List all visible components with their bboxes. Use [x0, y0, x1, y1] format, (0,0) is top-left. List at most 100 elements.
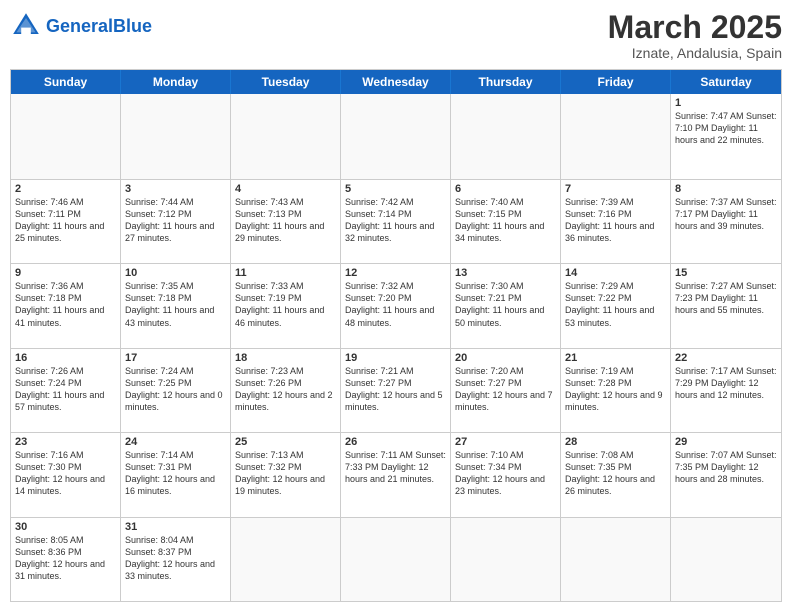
day-cell: 2Sunrise: 7:46 AM Sunset: 7:11 PM Daylig…	[11, 180, 121, 263]
day-number: 25	[235, 436, 336, 448]
calendar-row: 2Sunrise: 7:46 AM Sunset: 7:11 PM Daylig…	[11, 179, 781, 263]
day-number: 16	[15, 352, 116, 364]
day-number: 12	[345, 267, 446, 279]
day-info: Sunrise: 7:14 AM Sunset: 7:31 PM Dayligh…	[125, 449, 226, 498]
day-number: 24	[125, 436, 226, 448]
day-info: Sunrise: 7:24 AM Sunset: 7:25 PM Dayligh…	[125, 365, 226, 414]
day-cell: 8Sunrise: 7:37 AM Sunset: 7:17 PM Daylig…	[671, 180, 781, 263]
day-info: Sunrise: 7:44 AM Sunset: 7:12 PM Dayligh…	[125, 196, 226, 245]
header: GeneralBlue March 2025 Iznate, Andalusia…	[10, 10, 782, 61]
day-number: 13	[455, 267, 556, 279]
day-cell: 6Sunrise: 7:40 AM Sunset: 7:15 PM Daylig…	[451, 180, 561, 263]
day-info: Sunrise: 8:05 AM Sunset: 8:36 PM Dayligh…	[15, 534, 116, 583]
day-cell: 4Sunrise: 7:43 AM Sunset: 7:13 PM Daylig…	[231, 180, 341, 263]
day-cell: 30Sunrise: 8:05 AM Sunset: 8:36 PM Dayli…	[11, 518, 121, 601]
calendar: SundayMondayTuesdayWednesdayThursdayFrid…	[10, 69, 782, 602]
day-cell: 27Sunrise: 7:10 AM Sunset: 7:34 PM Dayli…	[451, 433, 561, 516]
day-headers: SundayMondayTuesdayWednesdayThursdayFrid…	[11, 70, 781, 94]
day-cell: 1Sunrise: 7:47 AM Sunset: 7:10 PM Daylig…	[671, 94, 781, 178]
day-info: Sunrise: 7:39 AM Sunset: 7:16 PM Dayligh…	[565, 196, 666, 245]
day-info: Sunrise: 7:08 AM Sunset: 7:35 PM Dayligh…	[565, 449, 666, 498]
day-number: 2	[15, 183, 116, 195]
day-header-saturday: Saturday	[671, 70, 781, 94]
day-cell: 10Sunrise: 7:35 AM Sunset: 7:18 PM Dayli…	[121, 264, 231, 347]
day-info: Sunrise: 7:10 AM Sunset: 7:34 PM Dayligh…	[455, 449, 556, 498]
day-cell	[561, 518, 671, 601]
day-info: Sunrise: 7:37 AM Sunset: 7:17 PM Dayligh…	[675, 196, 777, 232]
day-number: 15	[675, 267, 777, 279]
day-number: 17	[125, 352, 226, 364]
day-info: Sunrise: 7:35 AM Sunset: 7:18 PM Dayligh…	[125, 280, 226, 329]
day-info: Sunrise: 7:19 AM Sunset: 7:28 PM Dayligh…	[565, 365, 666, 414]
day-cell	[671, 518, 781, 601]
day-header-sunday: Sunday	[11, 70, 121, 94]
day-number: 30	[15, 521, 116, 533]
day-number: 3	[125, 183, 226, 195]
day-info: Sunrise: 7:36 AM Sunset: 7:18 PM Dayligh…	[15, 280, 116, 329]
day-cell: 26Sunrise: 7:11 AM Sunset: 7:33 PM Dayli…	[341, 433, 451, 516]
day-cell: 21Sunrise: 7:19 AM Sunset: 7:28 PM Dayli…	[561, 349, 671, 432]
calendar-body: 1Sunrise: 7:47 AM Sunset: 7:10 PM Daylig…	[11, 94, 781, 601]
page: GeneralBlue March 2025 Iznate, Andalusia…	[0, 0, 792, 612]
day-cell: 12Sunrise: 7:32 AM Sunset: 7:20 PM Dayli…	[341, 264, 451, 347]
day-info: Sunrise: 7:47 AM Sunset: 7:10 PM Dayligh…	[675, 110, 777, 146]
day-cell: 19Sunrise: 7:21 AM Sunset: 7:27 PM Dayli…	[341, 349, 451, 432]
day-info: Sunrise: 7:27 AM Sunset: 7:23 PM Dayligh…	[675, 280, 777, 316]
day-number: 8	[675, 183, 777, 195]
day-info: Sunrise: 7:07 AM Sunset: 7:35 PM Dayligh…	[675, 449, 777, 485]
day-number: 26	[345, 436, 446, 448]
day-number: 14	[565, 267, 666, 279]
day-cell: 13Sunrise: 7:30 AM Sunset: 7:21 PM Dayli…	[451, 264, 561, 347]
day-cell: 14Sunrise: 7:29 AM Sunset: 7:22 PM Dayli…	[561, 264, 671, 347]
day-cell: 17Sunrise: 7:24 AM Sunset: 7:25 PM Dayli…	[121, 349, 231, 432]
day-cell: 29Sunrise: 7:07 AM Sunset: 7:35 PM Dayli…	[671, 433, 781, 516]
day-cell	[451, 94, 561, 178]
day-cell: 5Sunrise: 7:42 AM Sunset: 7:14 PM Daylig…	[341, 180, 451, 263]
logo: GeneralBlue	[10, 10, 152, 42]
day-cell: 22Sunrise: 7:17 AM Sunset: 7:29 PM Dayli…	[671, 349, 781, 432]
day-header-monday: Monday	[121, 70, 231, 94]
day-cell: 15Sunrise: 7:27 AM Sunset: 7:23 PM Dayli…	[671, 264, 781, 347]
day-number: 7	[565, 183, 666, 195]
day-info: Sunrise: 7:16 AM Sunset: 7:30 PM Dayligh…	[15, 449, 116, 498]
day-number: 29	[675, 436, 777, 448]
day-cell	[121, 94, 231, 178]
day-cell: 25Sunrise: 7:13 AM Sunset: 7:32 PM Dayli…	[231, 433, 341, 516]
day-info: Sunrise: 7:42 AM Sunset: 7:14 PM Dayligh…	[345, 196, 446, 245]
day-header-tuesday: Tuesday	[231, 70, 341, 94]
day-header-friday: Friday	[561, 70, 671, 94]
day-info: Sunrise: 8:04 AM Sunset: 8:37 PM Dayligh…	[125, 534, 226, 583]
day-number: 22	[675, 352, 777, 364]
day-number: 23	[15, 436, 116, 448]
day-header-wednesday: Wednesday	[341, 70, 451, 94]
calendar-row: 23Sunrise: 7:16 AM Sunset: 7:30 PM Dayli…	[11, 432, 781, 516]
day-cell: 31Sunrise: 8:04 AM Sunset: 8:37 PM Dayli…	[121, 518, 231, 601]
day-number: 10	[125, 267, 226, 279]
day-info: Sunrise: 7:46 AM Sunset: 7:11 PM Dayligh…	[15, 196, 116, 245]
location-subtitle: Iznate, Andalusia, Spain	[608, 45, 782, 61]
day-info: Sunrise: 7:17 AM Sunset: 7:29 PM Dayligh…	[675, 365, 777, 401]
day-number: 27	[455, 436, 556, 448]
day-info: Sunrise: 7:13 AM Sunset: 7:32 PM Dayligh…	[235, 449, 336, 498]
day-info: Sunrise: 7:20 AM Sunset: 7:27 PM Dayligh…	[455, 365, 556, 414]
title-block: March 2025 Iznate, Andalusia, Spain	[608, 10, 782, 61]
day-number: 19	[345, 352, 446, 364]
day-cell: 3Sunrise: 7:44 AM Sunset: 7:12 PM Daylig…	[121, 180, 231, 263]
logo-general: General	[46, 16, 113, 36]
day-number: 5	[345, 183, 446, 195]
day-info: Sunrise: 7:29 AM Sunset: 7:22 PM Dayligh…	[565, 280, 666, 329]
day-header-thursday: Thursday	[451, 70, 561, 94]
day-cell: 28Sunrise: 7:08 AM Sunset: 7:35 PM Dayli…	[561, 433, 671, 516]
calendar-row: 1Sunrise: 7:47 AM Sunset: 7:10 PM Daylig…	[11, 94, 781, 178]
day-info: Sunrise: 7:33 AM Sunset: 7:19 PM Dayligh…	[235, 280, 336, 329]
day-number: 1	[675, 97, 777, 109]
day-number: 11	[235, 267, 336, 279]
logo-icon	[10, 10, 42, 42]
calendar-row: 16Sunrise: 7:26 AM Sunset: 7:24 PM Dayli…	[11, 348, 781, 432]
day-info: Sunrise: 7:21 AM Sunset: 7:27 PM Dayligh…	[345, 365, 446, 414]
day-cell: 7Sunrise: 7:39 AM Sunset: 7:16 PM Daylig…	[561, 180, 671, 263]
day-number: 31	[125, 521, 226, 533]
day-cell	[231, 94, 341, 178]
day-number: 20	[455, 352, 556, 364]
day-number: 28	[565, 436, 666, 448]
